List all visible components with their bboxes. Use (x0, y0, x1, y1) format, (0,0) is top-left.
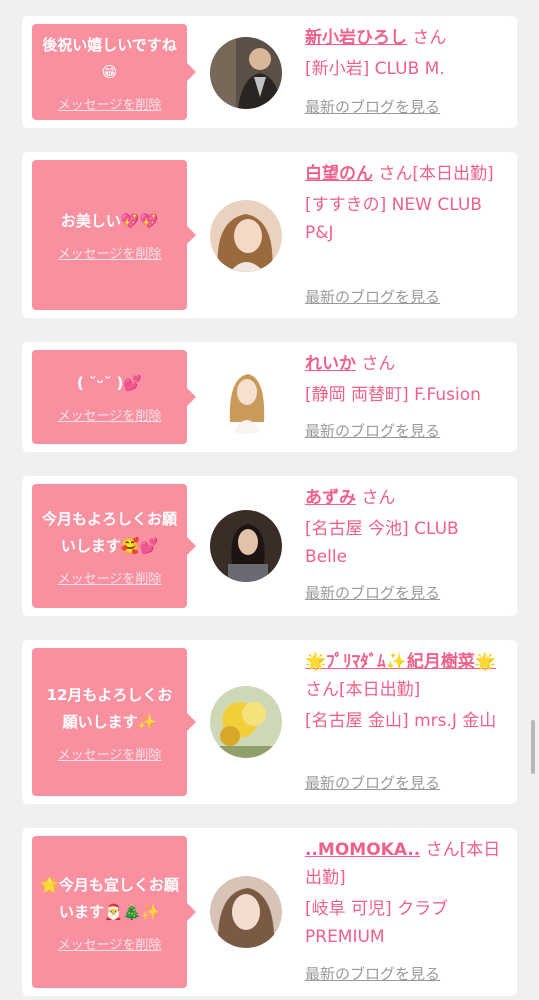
message-bubble: 後祝い嬉しいですね😁 メッセージを削除 (32, 24, 196, 120)
profile-info: 🌟ﾌﾟﾘﾏﾀﾞﾑ✨紀月樹菜🌟 さん[本日出勤] [名古屋 金山] mrs.J 金… (305, 648, 505, 735)
name-suffix: さん (412, 28, 447, 48)
avatar[interactable] (210, 510, 282, 582)
delete-message-link[interactable]: メッセージを削除 (58, 934, 162, 953)
view-blog-link[interactable]: 最新のブログを見る (305, 286, 440, 307)
name-suffix: さん (361, 354, 396, 374)
message-bubble: 🌟今月も宜しくお願います🎅🎄✨ メッセージを削除 (32, 836, 196, 988)
message-card: 後祝い嬉しいですね😁 メッセージを削除 新小岩ひろし さん [新小岩] CLUB… (22, 16, 517, 128)
view-blog-link[interactable]: 最新のブログを見る (305, 96, 440, 117)
profile-name-link[interactable]: れいか (305, 354, 356, 374)
view-blog-link[interactable]: 最新のブログを見る (305, 582, 440, 603)
name-suffix: さん[本日出勤] (378, 164, 494, 184)
profile-name-link[interactable]: ..MOMOKA.. (305, 840, 420, 860)
profile-info: 新小岩ひろし さん [新小岩] CLUB M. (305, 24, 505, 83)
message-text: 後祝い嬉しいですね😁 (42, 35, 177, 81)
message-text: お美しい💖💖 (60, 212, 159, 230)
avatar[interactable] (210, 686, 282, 758)
delete-message-link[interactable]: メッセージを削除 (58, 405, 162, 424)
profile-name-link[interactable]: 🌟ﾌﾟﾘﾏﾀﾞﾑ✨紀月樹菜🌟 (305, 652, 496, 672)
message-list: 後祝い嬉しいですね😁 メッセージを削除 新小岩ひろし さん [新小岩] CLUB… (0, 0, 539, 1000)
message-text: 12月もよろしくお願いします✨ (46, 685, 173, 731)
view-blog-link[interactable]: 最新のブログを見る (305, 963, 440, 984)
message-card: 12月もよろしくお願いします✨ メッセージを削除 🌟ﾌﾟﾘﾏﾀﾞﾑ✨紀月樹菜🌟 … (22, 640, 517, 804)
shop-name: [静岡 両替町] F.Fusion (305, 385, 481, 405)
view-blog-link[interactable]: 最新のブログを見る (305, 420, 440, 441)
message-card: 今月もよろしくお願いします🥰💕 メッセージを削除 あずみ さん [名古屋 今池]… (22, 476, 517, 616)
name-suffix: さん (361, 488, 396, 508)
profile-info: 白望のん さん[本日出勤] [すすきの] NEW CLUB P&J (305, 160, 505, 247)
message-text: ( ˘ᵕ˘ )💕 (76, 374, 143, 392)
delete-message-link[interactable]: メッセージを削除 (58, 568, 162, 587)
scrollbar[interactable] (531, 720, 535, 774)
shop-name: [岐阜 可児] クラブ PREMIUM (305, 899, 449, 947)
shop-name: [名古屋 金山] mrs.J 金山 (305, 711, 497, 731)
avatar[interactable] (210, 876, 282, 948)
shop-name: [名古屋 今池] CLUB Belle (305, 519, 459, 567)
message-card: 🌟今月も宜しくお願います🎅🎄✨ メッセージを削除 ..MOMOKA.. さん[本… (22, 828, 517, 996)
message-text: 🌟今月も宜しくお願います🎅🎄✨ (40, 875, 179, 921)
shop-name: [すすきの] NEW CLUB P&J (305, 195, 482, 243)
message-card: お美しい💖💖 メッセージを削除 白望のん さん[本日出勤] [すすきの] NEW… (22, 152, 517, 318)
name-suffix: さん[本日出勤] (305, 680, 421, 700)
message-bubble: 今月もよろしくお願いします🥰💕 メッセージを削除 (32, 484, 196, 608)
profile-name-link[interactable]: あずみ (305, 488, 356, 508)
delete-message-link[interactable]: メッセージを削除 (58, 94, 162, 113)
message-bubble: ( ˘ᵕ˘ )💕 メッセージを削除 (32, 350, 196, 444)
shop-name: [新小岩] CLUB M. (305, 59, 445, 79)
message-text: 今月もよろしくお願いします🥰💕 (41, 509, 177, 555)
message-card: ( ˘ᵕ˘ )💕 メッセージを削除 れいか さん [静岡 両替町] F.Fusi… (22, 342, 517, 452)
delete-message-link[interactable]: メッセージを削除 (58, 744, 162, 763)
avatar[interactable] (210, 37, 282, 109)
profile-info: れいか さん [静岡 両替町] F.Fusion (305, 350, 505, 409)
delete-message-link[interactable]: メッセージを削除 (58, 243, 162, 262)
profile-name-link[interactable]: 新小岩ひろし (305, 28, 407, 48)
message-bubble: お美しい💖💖 メッセージを削除 (32, 160, 196, 310)
avatar[interactable] (210, 200, 282, 272)
profile-info: ..MOMOKA.. さん[本日出勤] [岐阜 可児] クラブ PREMIUM (305, 836, 505, 951)
avatar[interactable] (210, 362, 282, 434)
message-bubble: 12月もよろしくお願いします✨ メッセージを削除 (32, 648, 196, 796)
profile-name-link[interactable]: 白望のん (305, 164, 373, 184)
view-blog-link[interactable]: 最新のブログを見る (305, 772, 440, 793)
profile-info: あずみ さん [名古屋 今池] CLUB Belle (305, 484, 505, 571)
